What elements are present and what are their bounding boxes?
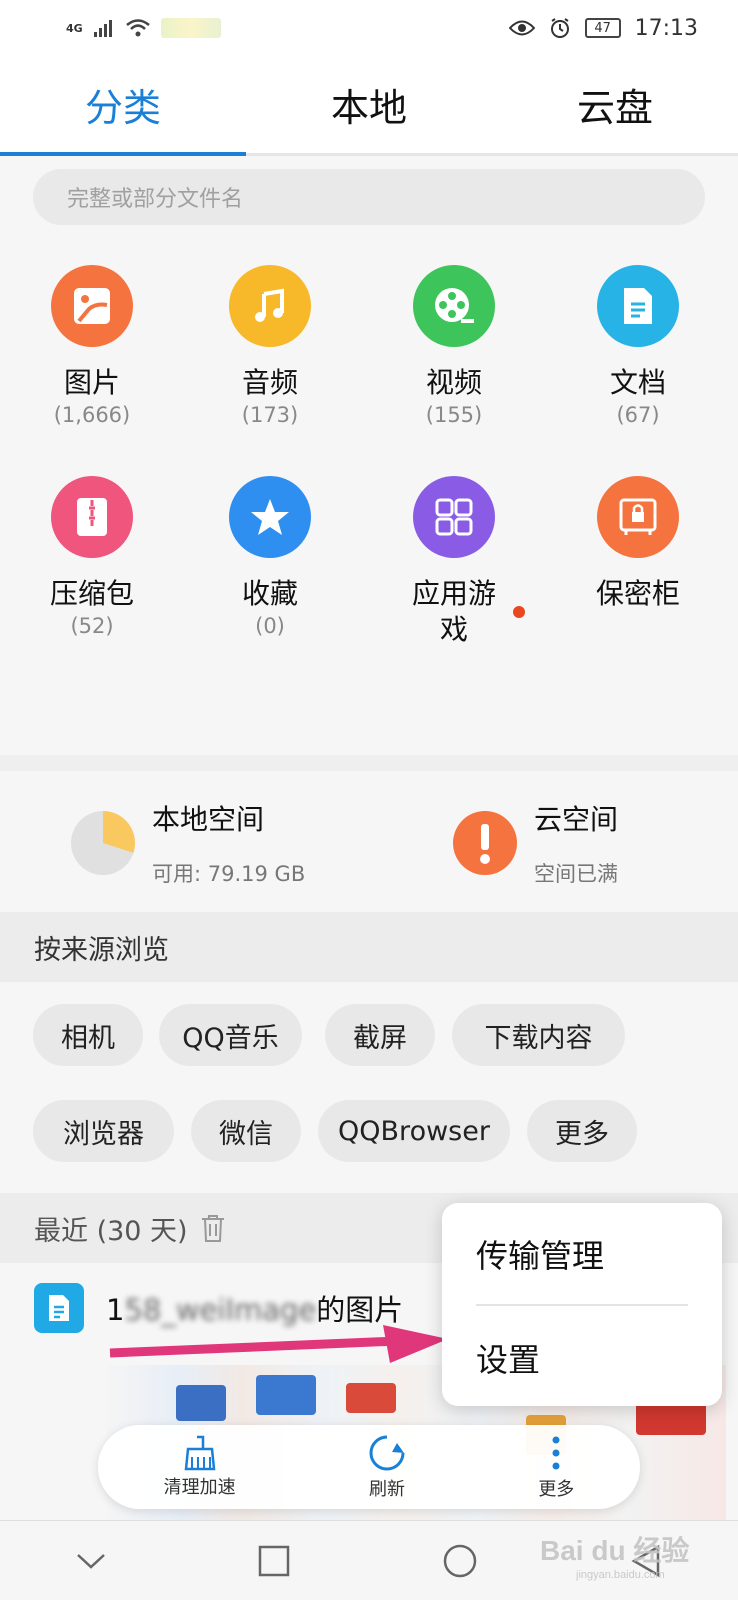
browse-by-source-header: 按来源浏览: [0, 912, 738, 982]
tab-category[interactable]: 分类: [0, 56, 246, 156]
wifi-icon: [125, 19, 150, 37]
category-label: 文档: [609, 366, 666, 399]
category-label: 应用游戏: [411, 577, 496, 646]
chip-browser[interactable]: 浏览器: [33, 1100, 174, 1162]
tab-local[interactable]: 本地: [246, 56, 492, 153]
recent-file-name-blurred: 58_weiImage: [124, 1293, 317, 1327]
broom-icon: [184, 1435, 216, 1471]
category-documents[interactable]: 文档 (67): [546, 265, 730, 427]
category-count: (1,666): [53, 403, 131, 427]
category-label: 收藏: [241, 577, 298, 610]
chip-downloads[interactable]: 下载内容: [452, 1004, 625, 1066]
zip-icon: [51, 476, 133, 558]
more-button[interactable]: 更多: [538, 1433, 574, 1501]
chip-qqbrowser[interactable]: QQBrowser: [318, 1100, 510, 1162]
local-storage-title: 本地空间: [152, 803, 265, 836]
chip-screenshots[interactable]: 截屏: [325, 1004, 435, 1066]
cloud-storage[interactable]: 云空间 空间已满: [452, 771, 618, 915]
category-archives[interactable]: 压缩包 (52): [0, 476, 184, 638]
category-favorites[interactable]: 收藏 (0): [178, 476, 362, 638]
status-bar: 4G 47 17:13: [0, 0, 738, 56]
recent-apps-icon[interactable]: [258, 1545, 290, 1577]
storage-section: 本地空间 可用: 79.19 GB 云空间 空间已满: [0, 755, 738, 915]
signal-icon: [93, 20, 112, 37]
local-storage[interactable]: 本地空间 可用: 79.19 GB: [70, 771, 305, 915]
menu-settings[interactable]: 设置: [476, 1335, 540, 1381]
annotation-arrow: [109, 1325, 448, 1363]
search-placeholder: 完整或部分文件名: [67, 187, 244, 212]
bottom-toolbar: 清理加速 刷新 更多: [98, 1425, 640, 1509]
apps-grid-icon: [413, 476, 495, 558]
recent-title: 最近 (30 天): [34, 1215, 188, 1247]
warning-icon: [453, 811, 517, 875]
toolbar-label: 刷新: [368, 1479, 405, 1500]
chevron-down-icon[interactable]: [76, 1551, 106, 1571]
document-icon: [597, 265, 679, 347]
blurred-status-icons: [160, 18, 221, 38]
chip-qq-music[interactable]: QQ音乐: [159, 1004, 302, 1066]
chip-camera[interactable]: 相机: [33, 1004, 143, 1066]
clean-accelerate-button[interactable]: 清理加速: [164, 1435, 236, 1499]
cloud-storage-status: 空间已满: [534, 862, 618, 886]
toolbar-label: 更多: [538, 1479, 575, 1500]
recent-file-name-suffix: 的图片: [316, 1293, 404, 1327]
category-safe-box[interactable]: 保密柜: [546, 476, 730, 612]
network-type: 4G: [66, 21, 83, 35]
baidu-watermark: Bai du 经验 jingyan.baidu.com: [540, 1520, 730, 1590]
toolbar-label: 清理加速: [163, 1477, 236, 1498]
safe-icon: [597, 476, 679, 558]
alarm-icon: [550, 18, 569, 38]
watermark-brand: Bai du 经验: [540, 1535, 690, 1566]
local-storage-available: 可用: 79.19 GB: [152, 862, 306, 886]
category-label: 图片: [63, 366, 120, 399]
category-label: 音频: [241, 366, 298, 399]
category-count: (52): [70, 614, 114, 638]
recent-file-name-prefix: 1: [106, 1293, 125, 1327]
category-label: 保密柜: [595, 577, 680, 610]
home-icon[interactable]: [442, 1543, 478, 1579]
new-badge-dot: [513, 606, 525, 618]
eye-icon: [508, 20, 535, 36]
document-icon: [34, 1283, 84, 1333]
category-apps-games[interactable]: 应用游戏: [362, 476, 546, 648]
chip-wechat[interactable]: 微信: [191, 1100, 301, 1162]
thumbnail: [256, 1375, 316, 1415]
more-vertical-icon: [552, 1436, 560, 1470]
category-label: 视频: [425, 366, 482, 399]
battery-icon: 47: [584, 18, 621, 38]
music-icon: [229, 265, 311, 347]
tab-cloud[interactable]: 云盘: [492, 56, 738, 153]
thumbnail: [176, 1385, 226, 1421]
category-grid: 图片 (1,666) 音频 (173) 视频 (155) 文档 (67) 压缩包…: [0, 250, 738, 670]
category-video[interactable]: 视频 (155): [362, 265, 546, 427]
menu-divider: [476, 1304, 688, 1306]
watermark-url: jingyan.baidu.com: [576, 1569, 665, 1581]
star-icon: [229, 476, 311, 558]
category-count: (173): [241, 403, 299, 427]
source-chips: 相机 QQ音乐 截屏 下载内容 浏览器 微信 QQBrowser 更多: [0, 982, 738, 1192]
category-count: (155): [425, 403, 483, 427]
thumbnail: [346, 1383, 396, 1413]
cloud-storage-title: 云空间: [534, 803, 619, 836]
category-count: (0): [255, 614, 285, 638]
search-input[interactable]: 完整或部分文件名: [33, 169, 705, 225]
refresh-icon: [369, 1435, 405, 1471]
overflow-menu: 传输管理 设置: [442, 1203, 722, 1406]
chip-more[interactable]: 更多: [527, 1100, 637, 1162]
category-count: (67): [616, 403, 660, 427]
menu-transfer-management[interactable]: 传输管理: [476, 1231, 604, 1277]
video-reel-icon: [413, 265, 495, 347]
storage-pie-icon: [71, 811, 135, 875]
category-audio[interactable]: 音频 (173): [178, 265, 362, 427]
top-tabs: 分类 本地 云盘: [0, 56, 738, 156]
status-right: 47 17:13: [508, 15, 698, 41]
category-label: 压缩包: [49, 577, 134, 610]
clock: 17:13: [634, 15, 698, 41]
trash-icon[interactable]: [200, 1213, 226, 1243]
status-left: 4G: [66, 18, 221, 38]
refresh-button[interactable]: 刷新: [367, 1433, 407, 1501]
category-images[interactable]: 图片 (1,666): [0, 265, 184, 427]
image-icon: [51, 265, 133, 347]
